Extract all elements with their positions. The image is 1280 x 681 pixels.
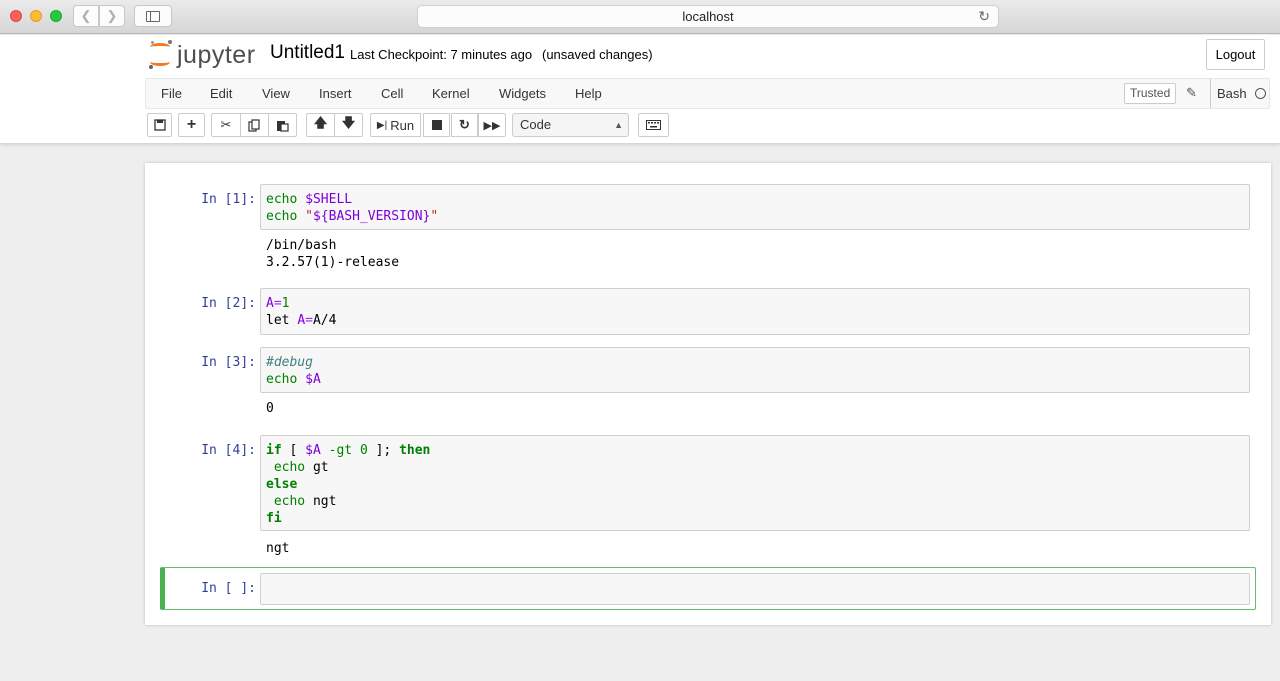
paste-icon xyxy=(277,120,289,132)
output-line: 0 xyxy=(266,401,274,416)
run-label: Run xyxy=(390,117,415,133)
move-down-button[interactable]: 🡇 xyxy=(334,113,363,137)
menu-widgets[interactable]: Widgets xyxy=(499,79,546,108)
checkpoint-status: Last Checkpoint: 7 minutes ago xyxy=(350,47,533,62)
restart-icon: ↻ xyxy=(459,117,470,132)
cut-button[interactable]: ✂ xyxy=(211,113,241,137)
keyboard-icon xyxy=(646,120,661,130)
cell-prompt: In [1]: xyxy=(201,192,256,207)
cell-output: 0 xyxy=(266,400,274,417)
code-cell-input[interactable]: echo $SHELL echo "${BASH_VERSION}" xyxy=(260,184,1250,230)
chevron-right-icon: ❯ xyxy=(106,8,118,23)
insert-cell-button[interactable]: + xyxy=(178,113,205,137)
run-button[interactable]: ▶| Run xyxy=(370,113,421,137)
reload-icon[interactable]: ↻ xyxy=(978,8,990,25)
menu-edit[interactable]: Edit xyxy=(210,79,232,108)
autosave-status: (unsaved changes) xyxy=(542,47,653,62)
notebook-container: In [1]: echo $SHELL echo "${BASH_VERSION… xyxy=(145,163,1271,625)
save-button[interactable] xyxy=(147,113,172,137)
url-text: localhost xyxy=(682,9,734,24)
menu-help[interactable]: Help xyxy=(575,79,602,108)
code-cell-input[interactable]: #debug echo $A xyxy=(260,347,1250,393)
fast-forward-icon: ▶▶ xyxy=(483,119,501,132)
minimize-window-button[interactable] xyxy=(30,10,42,22)
move-up-button[interactable]: 🡅 xyxy=(306,113,335,137)
menu-view[interactable]: View xyxy=(262,79,290,108)
paste-button[interactable] xyxy=(268,113,297,137)
code-line: A=1 xyxy=(266,296,290,311)
code-line: else xyxy=(266,477,298,492)
menu-cell[interactable]: Cell xyxy=(381,79,403,108)
menu-insert[interactable]: Insert xyxy=(319,79,352,108)
kernel-status-icon xyxy=(1255,88,1266,99)
chevron-left-icon: ❮ xyxy=(80,8,92,23)
restart-run-all-button[interactable]: ▶▶ xyxy=(478,113,506,137)
command-palette-button[interactable] xyxy=(638,113,669,137)
cell-output: ngt xyxy=(266,540,289,557)
menu-kernel[interactable]: Kernel xyxy=(432,79,470,108)
forward-button[interactable]: ❯ xyxy=(99,5,125,27)
cell-type-select[interactable]: Code ▲ xyxy=(512,113,629,137)
browser-titlebar: ❮ ❯ localhost ↻ xyxy=(0,0,1280,34)
save-icon xyxy=(153,119,166,131)
code-line: fi xyxy=(266,511,282,526)
output-line: ngt xyxy=(266,541,290,556)
code-line: echo ngt xyxy=(273,494,337,509)
interrupt-button[interactable] xyxy=(423,113,450,137)
sidebar-toggle-button[interactable] xyxy=(134,5,172,27)
code-cell-input[interactable]: if [ $A -gt 0 ]; then echo gt else echo … xyxy=(260,435,1250,531)
trusted-indicator[interactable]: Trusted xyxy=(1124,83,1177,104)
select-arrows-icon: ▲ xyxy=(614,120,623,130)
close-window-button[interactable] xyxy=(10,10,22,22)
copy-icon xyxy=(248,118,260,132)
jupyter-header: jupyter Untitled1 Last Checkpoint: 7 min… xyxy=(0,35,1280,143)
back-button[interactable]: ❮ xyxy=(73,5,99,27)
code-cell-input-empty[interactable] xyxy=(260,573,1250,605)
plus-icon: + xyxy=(186,116,197,133)
cell-prompt: In [2]: xyxy=(201,296,256,311)
logo-text: jupyter xyxy=(177,40,256,69)
copy-button[interactable] xyxy=(240,113,269,137)
menu-file[interactable]: File xyxy=(161,79,182,108)
toolbar: + ✂ 🡅 🡇 ▶| Run ↻ ▶▶ Code ▲ xyxy=(145,113,1270,139)
arrow-up-icon: 🡅 xyxy=(313,115,328,130)
jupyter-logo-icon xyxy=(148,40,174,70)
code-line: echo $SHELL xyxy=(266,192,353,207)
zoom-window-button[interactable] xyxy=(50,10,62,22)
pencil-icon[interactable]: ✎ xyxy=(1186,85,1197,101)
stop-icon xyxy=(431,120,442,130)
output-line: /bin/bash xyxy=(266,238,337,253)
cell-output: /bin/bash 3.2.57(1)-release xyxy=(266,237,399,271)
restart-button[interactable]: ↻ xyxy=(451,113,478,137)
cell-prompt: In [ ]: xyxy=(201,581,256,596)
code-line: let A=A/4 xyxy=(266,313,337,328)
code-line: if [ $A -gt 0 ]; then xyxy=(266,443,431,458)
output-line: 3.2.57(1)-release xyxy=(266,255,400,270)
cut-icon: ✂ xyxy=(220,117,232,132)
code-cell-input[interactable]: A=1 let A=A/4 xyxy=(260,288,1250,335)
notebook-title[interactable]: Untitled1 xyxy=(270,42,345,64)
arrow-down-icon: 🡇 xyxy=(341,115,356,130)
jupyter-logo[interactable]: jupyter xyxy=(148,40,256,70)
code-line: echo gt xyxy=(273,460,329,475)
cell-prompt: In [4]: xyxy=(201,443,256,458)
step-forward-icon: ▶| xyxy=(376,119,388,131)
code-line: echo "${BASH_VERSION}" xyxy=(266,209,439,224)
code-line: echo $A xyxy=(266,372,321,387)
menubar: File Edit View Insert Cell Kernel Widget… xyxy=(145,78,1270,109)
cell-type-value: Code xyxy=(520,117,552,132)
code-line: #debug xyxy=(266,355,313,370)
sidebar-icon xyxy=(146,10,160,22)
cell-prompt: In [3]: xyxy=(201,355,256,370)
address-bar[interactable]: localhost ↻ xyxy=(417,5,999,28)
logout-button[interactable]: Logout xyxy=(1206,39,1265,70)
kernel-name: Bash xyxy=(1210,79,1247,108)
